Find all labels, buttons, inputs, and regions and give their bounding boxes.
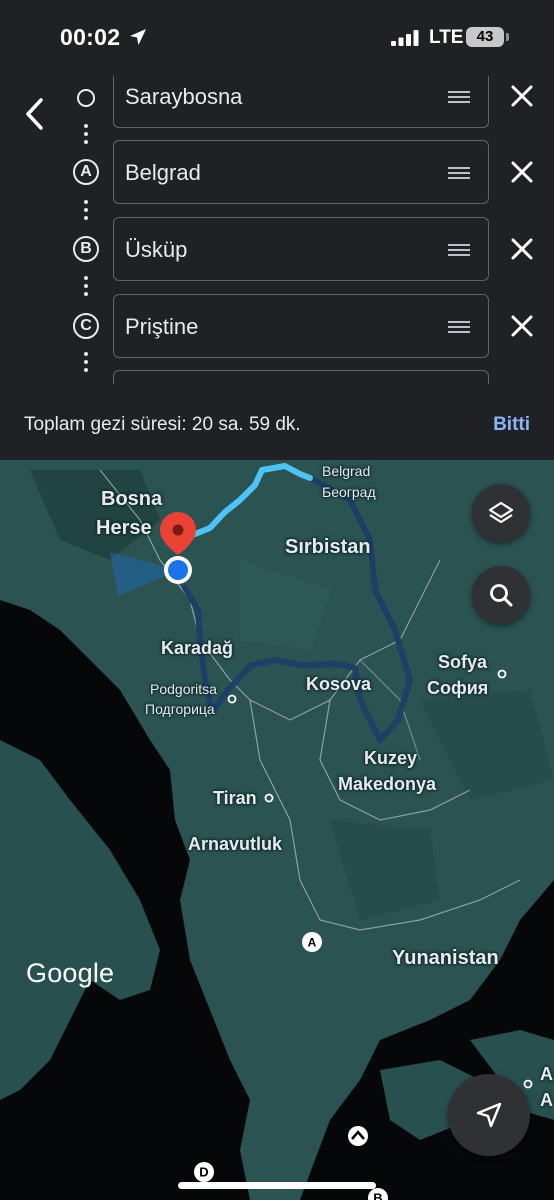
drag-handle-icon[interactable] (448, 167, 470, 179)
stop-b-field[interactable]: Üsküp (113, 217, 489, 281)
stop-a-marker: A (72, 158, 100, 186)
label-kosovo: Kosova (306, 674, 372, 694)
status-bar: 00:02 LTE 43 (0, 0, 554, 76)
drag-handle-icon[interactable] (448, 244, 470, 256)
map-view[interactable]: A B D Bosna Herse Belgrad Београд Sırbis… (0, 460, 554, 1200)
route-dots (84, 352, 88, 376)
marker-d-icon[interactable]: D (192, 1160, 216, 1184)
letter-b-icon: B (73, 236, 99, 262)
done-button[interactable]: Bitti (493, 414, 530, 436)
kosovo-marker-icon[interactable] (346, 1124, 370, 1148)
drag-handle-icon[interactable] (448, 321, 470, 333)
label-macedonia: Makedonya (338, 774, 437, 794)
label-albania: Arnavutluk (188, 834, 283, 854)
stop-b-text: Üsküp (125, 237, 188, 262)
label-herzegovina: Herse (96, 517, 152, 539)
location-services-icon (130, 29, 146, 45)
cellular-signal-icon (391, 30, 419, 46)
remove-stop-a-button[interactable] (508, 158, 536, 186)
origin-marker (72, 84, 100, 112)
remove-stop-c-button[interactable] (508, 312, 536, 340)
navigation-arrow-icon (476, 1102, 502, 1128)
layers-button[interactable] (472, 484, 530, 542)
google-logo: Google (26, 958, 115, 988)
letter-a-icon: A (73, 159, 99, 185)
stop-c-marker: C (72, 312, 100, 340)
stop-row-b: B Üsküp (0, 217, 554, 281)
marker-a-text: A (308, 936, 317, 950)
label-greece: Yunanistan (392, 947, 499, 969)
trip-summary-bar: Toplam gezi süresi: 20 sa. 59 dk. Bitti (0, 384, 554, 460)
marker-a-icon[interactable]: A (300, 930, 324, 954)
battery-icon: 43 (466, 27, 509, 47)
clock: 00:02 (60, 24, 121, 50)
letter-c-icon: C (73, 313, 99, 339)
home-indicator[interactable] (178, 1182, 376, 1189)
label-podgorica-cyrillic: Подгорица (145, 701, 215, 717)
layers-icon (488, 501, 514, 524)
directions-panel: Saraybosna A Belgrad B Üsküp C Priştine … (0, 76, 554, 460)
stop-row-c: C Priştine (0, 294, 554, 358)
marker-b-text: B (373, 1191, 382, 1200)
navigation-button[interactable] (448, 1074, 530, 1156)
remove-stop-b-button[interactable] (508, 235, 536, 263)
network-type: LTE (429, 27, 464, 48)
stop-a-field[interactable]: Belgrad (113, 140, 489, 204)
stop-c-field[interactable]: Priştine (113, 294, 489, 358)
label-belgrade-cyrillic: Београд (322, 484, 376, 500)
stop-a-text: Belgrad (125, 160, 201, 185)
origin-field[interactable]: Saraybosna (113, 76, 489, 128)
total-trip-time: Toplam gezi süresi: 20 sa. 59 dk. (24, 414, 301, 435)
origin-circle-icon (77, 89, 95, 107)
label-sofia: Sofya (438, 652, 488, 672)
label-north: Kuzey (364, 748, 418, 768)
label-podgorica: Podgoritsa (150, 681, 217, 697)
drag-handle-icon[interactable] (448, 91, 470, 103)
label-serbia: Sırbistan (285, 536, 371, 558)
stop-c-text: Priştine (125, 314, 199, 339)
stop-row-a: A Belgrad (0, 140, 554, 204)
search-button[interactable] (472, 566, 530, 624)
label-athens-cyrillic: A (540, 1090, 553, 1110)
search-icon (490, 584, 513, 607)
label-athens: A (540, 1064, 553, 1084)
stop-b-marker: B (72, 235, 100, 263)
label-montenegro: Karadağ (161, 638, 234, 658)
label-bosnia: Bosna (101, 488, 163, 510)
label-sofia-cyrillic: София (427, 678, 489, 698)
remove-origin-button[interactable] (508, 82, 536, 110)
stop-row-origin: Saraybosna (0, 76, 554, 128)
marker-d-text: D (199, 1165, 208, 1180)
origin-text: Saraybosna (125, 84, 243, 109)
label-tirana: Tiran (213, 788, 257, 808)
label-belgrade: Belgrad (322, 463, 371, 479)
